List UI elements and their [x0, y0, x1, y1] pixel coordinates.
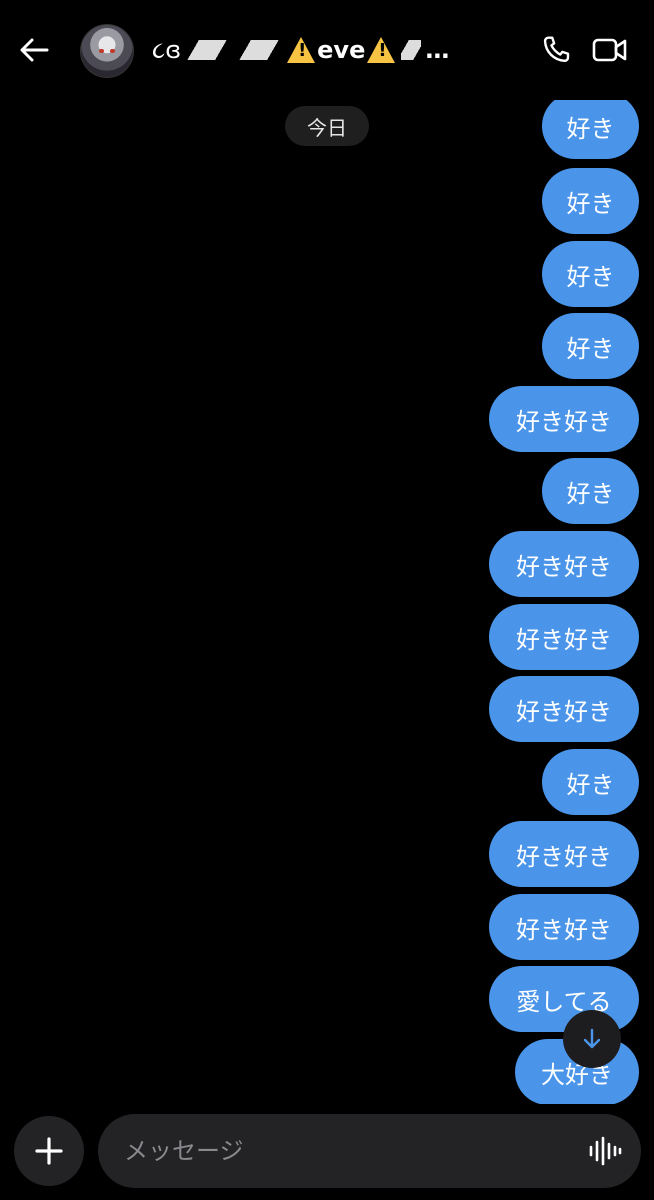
contact-name[interactable]: ૮ɞ eve …	[152, 32, 497, 68]
message-bubble[interactable]: 好き好き	[489, 604, 639, 670]
voice-call-button[interactable]	[536, 30, 576, 70]
message-bubble[interactable]: 愛してる	[489, 966, 639, 1032]
message-bubble[interactable]: 好き好き	[489, 821, 639, 887]
message-bubble[interactable]: 好き好き	[489, 676, 639, 742]
message-list[interactable]: 今日 好き 好き 好き 好き 好き好き 好き 好き好き 好き好き 好き好き 好き…	[0, 84, 654, 1104]
voice-message-button[interactable]	[586, 1132, 624, 1170]
chat-header: ૮ɞ eve …	[0, 0, 654, 100]
message-bubble[interactable]: 好き	[542, 168, 639, 234]
back-arrow-icon	[20, 38, 49, 62]
video-call-button[interactable]	[588, 30, 632, 70]
arrow-down-icon	[583, 1028, 601, 1049]
back-button[interactable]	[14, 30, 54, 70]
message-bubble[interactable]: 好き好き	[489, 894, 639, 960]
message-bubble[interactable]: 好き	[542, 458, 639, 524]
scroll-to-bottom-button[interactable]	[563, 1010, 621, 1068]
contact-avatar[interactable]	[80, 24, 134, 78]
message-bubble[interactable]: 好き	[542, 749, 639, 815]
message-composer	[0, 1104, 654, 1200]
message-bubble[interactable]: 好き	[542, 313, 639, 379]
message-bubble[interactable]: 好き	[542, 93, 639, 159]
stripe-decoration	[401, 40, 422, 60]
name-prefix: ૮ɞ	[152, 36, 182, 64]
message-input[interactable]	[98, 1114, 641, 1188]
video-camera-icon	[592, 38, 627, 62]
add-attachment-button[interactable]	[14, 1116, 84, 1186]
stripe-decoration	[185, 40, 230, 60]
date-separator: 今日	[285, 106, 369, 146]
stripe-decoration	[237, 40, 282, 60]
voice-wave-icon	[589, 1136, 622, 1166]
plus-icon	[35, 1137, 63, 1165]
warning-icon	[367, 37, 396, 63]
message-bubble[interactable]: 好き好き	[489, 386, 639, 452]
message-bubble[interactable]: 好き好き	[489, 531, 639, 597]
warning-icon	[287, 37, 316, 63]
message-bubble[interactable]: 好き	[542, 241, 639, 307]
phone-icon	[543, 36, 570, 62]
name-core: eve	[317, 36, 366, 64]
name-suffix: …	[425, 36, 450, 64]
